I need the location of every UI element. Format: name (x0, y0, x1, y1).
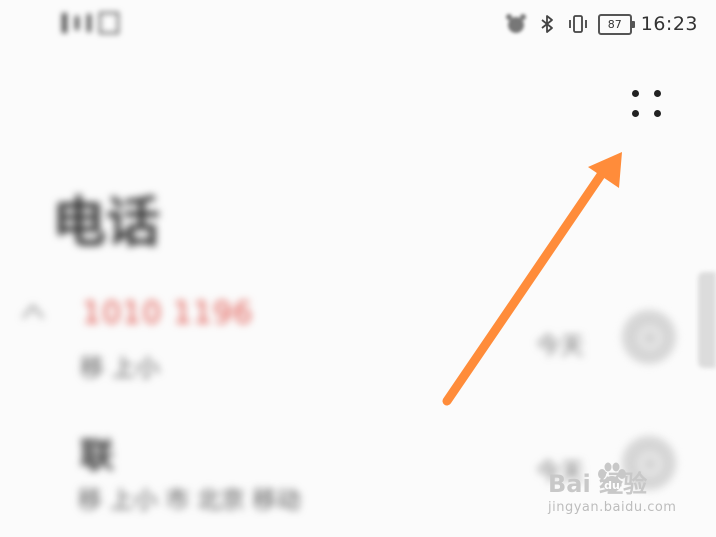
status-time: 16:23 (640, 13, 698, 35)
scrollbar[interactable] (698, 272, 716, 368)
bluetooth-icon (541, 15, 553, 33)
page-title: 电话 (52, 191, 160, 254)
call-log-number[interactable]: 1010 1196 (82, 296, 253, 331)
status-bar-right: 87 16:23 (505, 10, 698, 38)
call-log-name[interactable]: 联 (80, 428, 114, 477)
signal-icon (62, 13, 67, 33)
alarm-icon (505, 14, 526, 33)
dot-icon (654, 110, 661, 117)
missed-call-icon (22, 304, 44, 319)
dot-icon (654, 90, 661, 97)
baidu-jingyan-watermark: Bai 经验 du jingyan.baidu.com (548, 462, 678, 522)
info-button[interactable] (622, 310, 676, 364)
dot-icon (632, 110, 639, 117)
more-options-button[interactable] (626, 84, 670, 128)
status-bar-left (62, 12, 119, 34)
svg-text:du: du (604, 479, 620, 492)
dot-icon (632, 90, 639, 97)
notification-icon (99, 12, 119, 34)
call-log-subtitle: 移 上小 市 北京 移动 (78, 486, 301, 514)
paw-logo-icon: du (598, 462, 626, 492)
vibrate-icon (568, 15, 587, 33)
call-log-subtitle: 移 上小 (80, 354, 160, 382)
call-log-time: 今天 (536, 332, 584, 360)
battery-indicator: 87 (597, 13, 635, 35)
